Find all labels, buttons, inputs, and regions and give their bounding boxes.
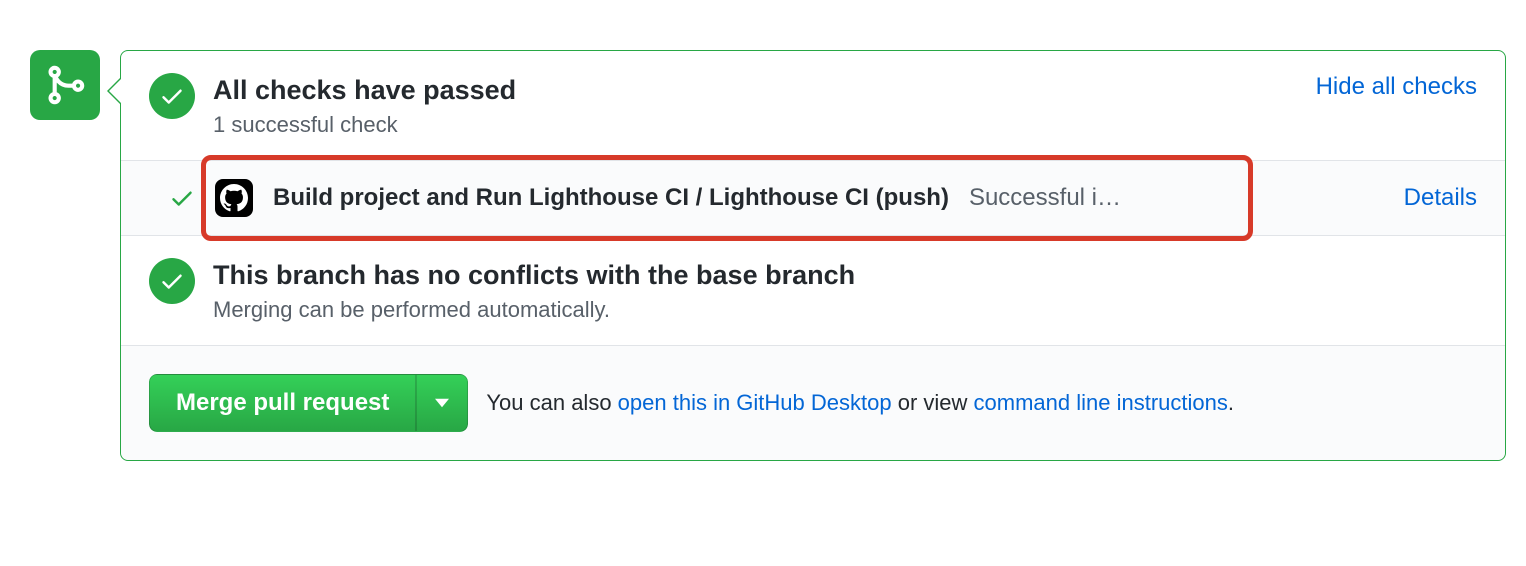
- checks-subtitle: 1 successful check: [213, 112, 1298, 138]
- checks-summary-content: All checks have passed 1 successful chec…: [213, 73, 1298, 138]
- conflicts-title: This branch has no conflicts with the ba…: [213, 258, 1477, 293]
- cli-instructions-link[interactable]: command line instructions: [974, 390, 1228, 415]
- checks-status-circle: [149, 73, 195, 119]
- merge-pull-request-button[interactable]: Merge pull request: [149, 374, 416, 432]
- toggle-checks-link[interactable]: Hide all checks: [1316, 73, 1477, 101]
- help-mid: or view: [892, 390, 974, 415]
- github-actions-avatar: [215, 179, 253, 217]
- check-name: Build project and Run Lighthouse CI / Li…: [273, 184, 949, 212]
- check-details-link[interactable]: Details: [1404, 184, 1477, 212]
- checks-summary-section: All checks have passed 1 successful chec…: [121, 51, 1505, 161]
- checks-title: All checks have passed: [213, 73, 1298, 108]
- check-icon: [159, 268, 185, 294]
- caret-down-icon: [435, 398, 449, 408]
- merge-help-text: You can also open this in GitHub Desktop…: [486, 390, 1234, 416]
- merge-footer: Merge pull request You can also open thi…: [121, 346, 1505, 460]
- check-item-row: Build project and Run Lighthouse CI / Li…: [121, 161, 1505, 236]
- check-icon: [159, 83, 185, 109]
- help-suffix: .: [1228, 390, 1234, 415]
- conflicts-status-circle: [149, 258, 195, 304]
- check-text: Build project and Run Lighthouse CI / Li…: [273, 184, 1384, 212]
- git-merge-icon: [43, 63, 87, 107]
- conflicts-subtitle: Merging can be performed automatically.: [213, 297, 1477, 323]
- help-prefix: You can also: [486, 390, 617, 415]
- conflicts-section: This branch has no conflicts with the ba…: [121, 236, 1505, 346]
- timeline-merge-badge: [30, 50, 100, 120]
- github-icon: [220, 184, 248, 212]
- merge-button-group: Merge pull request: [149, 374, 468, 432]
- open-desktop-link[interactable]: open this in GitHub Desktop: [618, 390, 892, 415]
- check-status: Successful i…: [969, 184, 1121, 212]
- merge-options-dropdown[interactable]: [416, 374, 468, 432]
- conflicts-content: This branch has no conflicts with the ba…: [213, 258, 1477, 323]
- merge-status-container: All checks have passed 1 successful chec…: [30, 50, 1506, 461]
- merge-status-box: All checks have passed 1 successful chec…: [120, 50, 1506, 461]
- check-success-icon: [169, 185, 195, 211]
